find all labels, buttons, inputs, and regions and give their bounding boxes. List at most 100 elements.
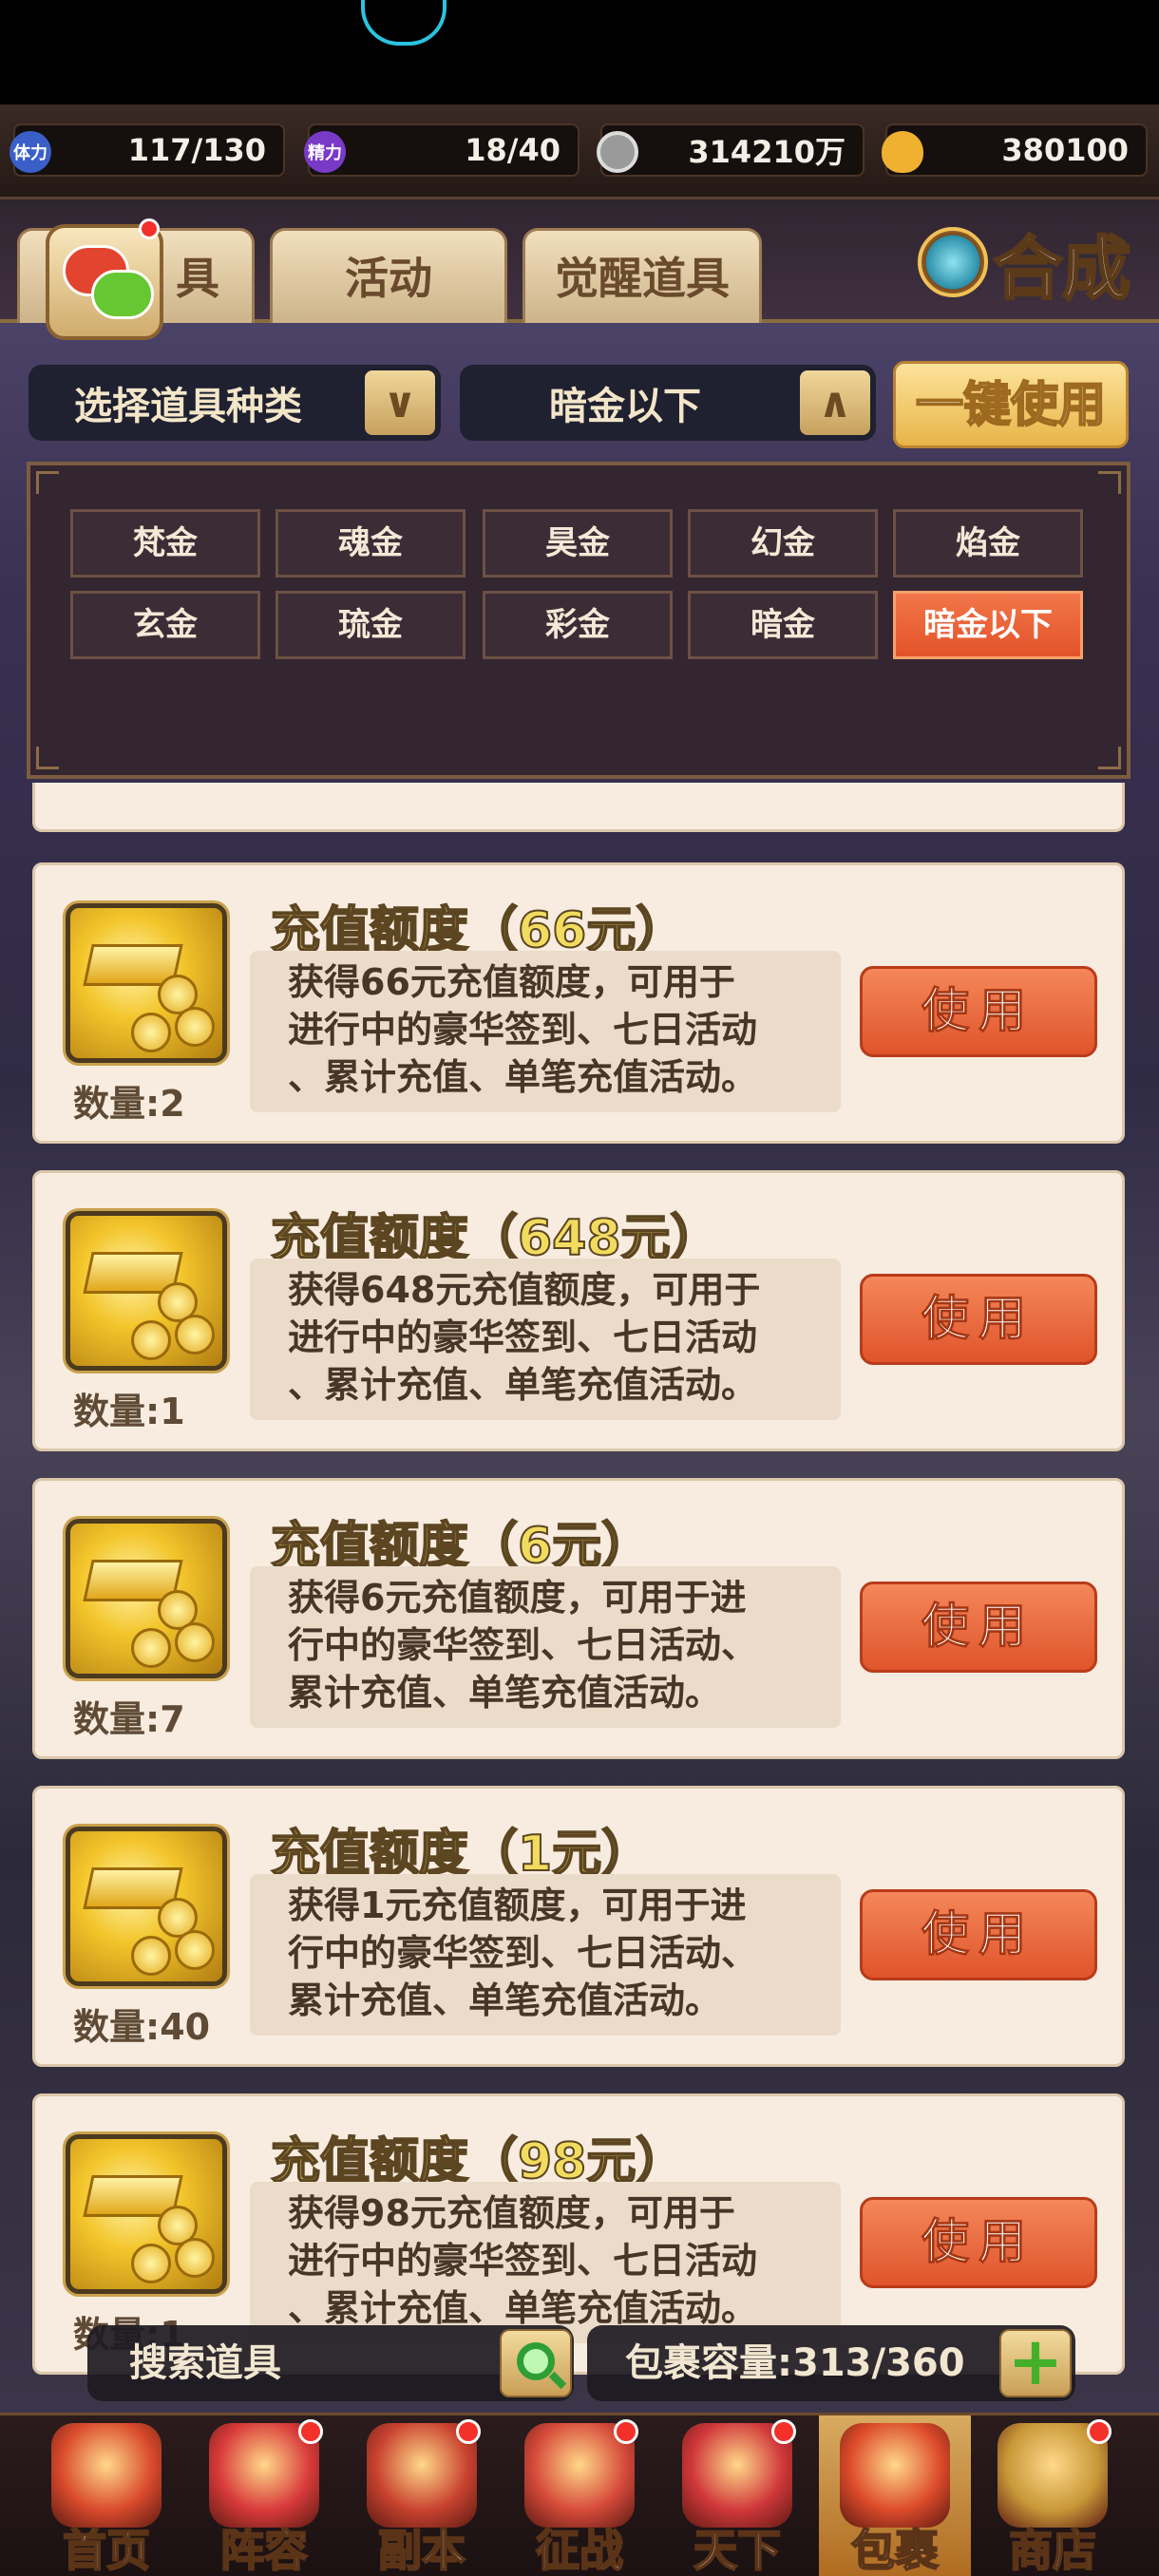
item-card: 数量:40 充值额度（1元） 获得1元充值额度，可用于进 行中的豪华签到、七日活动、累… bbox=[32, 1786, 1125, 2067]
item-description-line: 进行中的豪华签到、七日活动 bbox=[288, 1009, 758, 1051]
nav-label: 包裹 bbox=[850, 2524, 940, 2576]
panel-corner bbox=[36, 471, 59, 494]
grade-option[interactable]: 魂金 bbox=[276, 509, 466, 578]
item-description-line: 行中的豪华签到、七日活动、 bbox=[288, 1624, 758, 1666]
grade-select[interactable]: 暗金以下 ∧ bbox=[460, 365, 876, 441]
nav-item[interactable]: 商店 bbox=[975, 2415, 1130, 2576]
chevron-down-icon[interactable]: ∨ bbox=[365, 370, 435, 435]
item-description-line: 获得1元充值额度，可用于进 bbox=[288, 1885, 747, 1926]
nav-item[interactable]: 首页 bbox=[28, 2415, 184, 2576]
search-icon-handle bbox=[548, 2371, 567, 2390]
grade-option[interactable]: 焰金 bbox=[893, 509, 1083, 578]
panel-corner bbox=[36, 747, 59, 769]
item-quantity: 数量:40 bbox=[73, 2006, 211, 2048]
nav-item[interactable]: 征战 bbox=[502, 2415, 657, 2576]
gold-display: 380100 bbox=[882, 123, 1148, 177]
nav-badge-dot bbox=[1087, 2419, 1112, 2444]
chat-button[interactable] bbox=[46, 218, 163, 340]
synthesis-button[interactable]: 合成 bbox=[918, 215, 1136, 310]
item-description-line: 累计充值、单笔充值活动。 bbox=[288, 1672, 722, 1714]
grade-option[interactable]: 梵金 bbox=[70, 509, 260, 578]
use-button[interactable]: 使用 bbox=[860, 2197, 1097, 2288]
tab-awaken-items[interactable]: 觉醒道具 bbox=[522, 228, 762, 323]
energy-display: 精力 18/40 bbox=[304, 123, 580, 177]
item-card: 数量:7 充值额度（6元） 获得6元充值额度，可用于进 行中的豪华签到、七日活动、 累计… bbox=[32, 1478, 1125, 1759]
nav-item[interactable]: 副本 bbox=[344, 2415, 500, 2576]
game-logo bbox=[361, 0, 446, 46]
nav-item[interactable]: 阵容 bbox=[186, 2415, 342, 2576]
chat-bubble-green-icon bbox=[91, 270, 154, 319]
grade-option[interactable]: 幻金 bbox=[688, 509, 878, 578]
item-card: 数量:1 充值额度（648元） 获得648元充值额度，可用于 进行中的豪华签到、七日活… bbox=[32, 1170, 1125, 1451]
nav-label: 首页 bbox=[62, 2524, 151, 2576]
gold-coin-shape bbox=[131, 1320, 171, 1360]
search-icon bbox=[517, 2342, 555, 2380]
item-card: 数量:2 充值额度（66元） 获得66元充值额度，可用于 进行中的豪华签到、七日活动、… bbox=[32, 862, 1125, 1144]
use-button[interactable]: 使用 bbox=[860, 1274, 1097, 1365]
grade-option[interactable]: 玄金 bbox=[70, 591, 260, 659]
status-area bbox=[0, 0, 1159, 104]
item-description: 获得66元充值额度，可用于 进行中的豪华签到、七日活动 、累计充值、单笔充值活动。 bbox=[250, 951, 841, 1112]
chat-notification-dot bbox=[139, 218, 160, 239]
item-quantity: 数量:2 bbox=[73, 1083, 185, 1125]
search-button[interactable] bbox=[500, 2329, 572, 2397]
item-description: 获得6元充值额度，可用于进 行中的豪华签到、七日活动、 累计充值、单笔充值活动。 bbox=[250, 1566, 841, 1728]
bag-icon bbox=[840, 2423, 950, 2528]
item-description: 获得98元充值额度，可用于 进行中的豪华签到、七日活动 、累计充值、单笔充值活动。 bbox=[250, 2182, 841, 2343]
gold-value: 380100 bbox=[1001, 132, 1129, 168]
synthesis-orb-icon bbox=[918, 227, 988, 297]
gold-coin-shape bbox=[131, 2244, 171, 2283]
nav-badge-dot bbox=[298, 2419, 323, 2444]
gold-ingot-icon bbox=[882, 131, 923, 173]
nav-badge-dot bbox=[456, 2419, 481, 2444]
panel-corner bbox=[1098, 471, 1121, 494]
item-type-select[interactable]: 选择道具种类 ∨ bbox=[28, 365, 441, 441]
item-description-line: 累计充值、单笔充值活动。 bbox=[288, 1979, 722, 2021]
item-card-partial bbox=[32, 783, 1125, 832]
nav-label: 阵容 bbox=[219, 2524, 309, 2576]
item-description-line: 行中的豪华签到、七日活动、 bbox=[288, 1932, 758, 1974]
tab-activity[interactable]: 活动 bbox=[270, 228, 507, 323]
nav-label: 征战 bbox=[535, 2524, 624, 2576]
nav-label: 天下 bbox=[693, 2524, 782, 2576]
synthesis-label: 合成 bbox=[992, 227, 1131, 310]
grade-option[interactable]: 暗金 bbox=[688, 591, 878, 659]
item-description-line: 进行中的豪华签到、七日活动 bbox=[288, 2240, 758, 2282]
gold-bar-icon bbox=[66, 903, 227, 1063]
item-description: 获得648元充值额度，可用于 进行中的豪华签到、七日活动 、累计充值、单笔充值活动。 bbox=[250, 1259, 841, 1420]
grade-option-selected[interactable]: 暗金以下 bbox=[893, 591, 1083, 659]
bottom-navigation: 首页 阵容 副本 征战 天下 包裹 商店 bbox=[0, 2413, 1159, 2576]
chevron-up-icon[interactable]: ∧ bbox=[800, 370, 870, 435]
item-description-line: 获得6元充值额度，可用于进 bbox=[288, 1577, 747, 1619]
use-button[interactable]: 使用 bbox=[860, 1889, 1097, 1980]
nav-badge-dot bbox=[771, 2419, 796, 2444]
gold-coin-shape bbox=[175, 1315, 215, 1354]
use-button[interactable]: 使用 bbox=[860, 966, 1097, 1057]
grade-option[interactable]: 昊金 bbox=[483, 509, 673, 578]
nav-item[interactable]: 天下 bbox=[659, 2415, 815, 2576]
item-description: 获得1元充值额度，可用于进 行中的豪华签到、七日活动、 累计充值、单笔充值活动。 bbox=[250, 1874, 841, 2036]
tab-bar: 具 活动 觉醒道具 合成 bbox=[0, 199, 1159, 323]
nav-badge-dot bbox=[614, 2419, 638, 2444]
silver-value: 314210万 bbox=[688, 134, 846, 170]
gold-coin-shape bbox=[175, 1007, 215, 1047]
use-button[interactable]: 使用 bbox=[860, 1582, 1097, 1673]
item-quantity: 数量:1 bbox=[73, 1391, 185, 1432]
item-type-label: 选择道具种类 bbox=[74, 385, 302, 428]
gold-coin-shape bbox=[175, 1622, 215, 1662]
gold-bar-icon bbox=[66, 1519, 227, 1678]
item-description-line: 、累计充值、单笔充值活动。 bbox=[288, 1364, 758, 1406]
one-key-use-button[interactable]: 一键使用 bbox=[893, 361, 1129, 448]
item-description-line: 获得98元充值额度，可用于 bbox=[288, 2192, 735, 2234]
nav-item[interactable]: 包裹 bbox=[817, 2415, 973, 2576]
item-description-line: 获得66元充值额度，可用于 bbox=[288, 961, 735, 1003]
silver-display: 314210万 bbox=[597, 123, 864, 177]
nav-label: 副本 bbox=[377, 2524, 466, 2576]
grade-option[interactable]: 彩金 bbox=[483, 591, 673, 659]
grade-option[interactable]: 琉金 bbox=[276, 591, 466, 659]
palace-icon bbox=[51, 2423, 162, 2528]
expand-capacity-button[interactable]: + bbox=[999, 2328, 1072, 2397]
grade-dropdown-panel: 梵金 魂金 昊金 幻金 焰金 玄金 琉金 彩金 暗金 暗金以下 bbox=[27, 462, 1130, 779]
grade-label: 暗金以下 bbox=[549, 385, 701, 428]
item-description-line: 、累计充值、单笔充值活动。 bbox=[288, 1056, 758, 1098]
